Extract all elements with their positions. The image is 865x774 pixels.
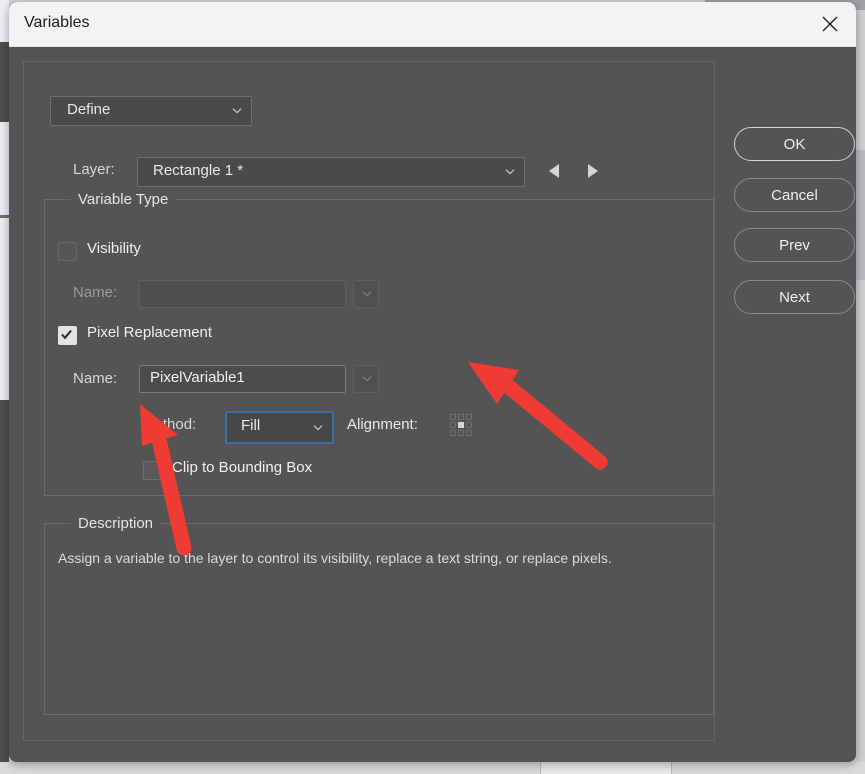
- layer-select[interactable]: Rectangle 1 *: [137, 157, 525, 187]
- alignment-cell-bottom-center[interactable]: [458, 430, 464, 436]
- chevron-down-icon: [362, 291, 372, 297]
- alignment-cell-top-left[interactable]: [450, 414, 456, 420]
- background-bottom-strip: [0, 762, 865, 774]
- layer-label: Layer:: [73, 161, 115, 178]
- background-left-panel-b: [0, 215, 9, 218]
- dialog-title: Variables: [24, 14, 90, 31]
- method-label: Method:: [142, 416, 197, 433]
- background-left-panel-a: [0, 42, 9, 122]
- triangle-right-icon[interactable]: [582, 161, 602, 181]
- ok-button[interactable]: OK: [734, 127, 855, 161]
- pixel-name-value: PixelVariable1: [150, 369, 245, 386]
- alignment-grid[interactable]: [449, 413, 473, 437]
- variable-type-group-title: Variable Type: [71, 191, 176, 208]
- pixel-name-dropdown-button[interactable]: [353, 365, 379, 393]
- mode-select[interactable]: Define: [50, 96, 252, 126]
- triangle-left-icon[interactable]: [545, 161, 565, 181]
- description-group-title: Description: [71, 515, 161, 532]
- alignment-cell-middle-right[interactable]: [466, 422, 472, 428]
- mode-select-value: Define: [67, 101, 111, 118]
- visibility-name-label: Name:: [73, 284, 118, 301]
- alignment-cell-bottom-left[interactable]: [450, 430, 456, 436]
- alignment-label: Alignment:: [347, 416, 418, 433]
- pixel-replacement-label: Pixel Replacement: [87, 324, 213, 341]
- clip-to-bounding-box-label: Clip to Bounding Box: [172, 459, 313, 476]
- dialog-titlebar: Variables: [9, 2, 856, 47]
- alignment-cell-middle-left[interactable]: [450, 422, 456, 428]
- method-select-value: Fill: [241, 417, 261, 434]
- description-group: Description Assign a variable to the lay…: [44, 515, 714, 715]
- variable-type-group: Variable Type Visibility Name: Pixel Rep…: [44, 191, 714, 496]
- alignment-cell-top-right[interactable]: [466, 414, 472, 420]
- prev-button[interactable]: Prev: [734, 228, 855, 262]
- method-select[interactable]: Fill: [225, 411, 334, 444]
- chevron-down-icon: [313, 424, 323, 431]
- pixel-name-label: Name:: [73, 370, 118, 387]
- close-icon[interactable]: [816, 10, 844, 38]
- background-taskbar-button: [540, 762, 672, 774]
- clip-to-bounding-box-checkbox[interactable]: [143, 461, 162, 480]
- pixel-replacement-checkbox[interactable]: [58, 326, 77, 345]
- screen: Variables Define Layer: Rectangle 1 * Va…: [0, 0, 865, 774]
- chevron-down-icon: [362, 376, 372, 382]
- pixel-name-input[interactable]: PixelVariable1: [139, 365, 346, 393]
- background-right-edge: [855, 10, 865, 762]
- background-right-panel: [855, 150, 865, 280]
- visibility-checkbox[interactable]: [58, 242, 77, 261]
- dialog-body: Define Layer: Rectangle 1 * Variable Typ…: [9, 47, 856, 762]
- background-left-panel-c: [0, 400, 9, 770]
- chevron-down-icon: [505, 169, 515, 175]
- alignment-cell-top-center[interactable]: [458, 414, 464, 420]
- next-button[interactable]: Next: [734, 280, 855, 314]
- layer-select-value: Rectangle 1 *: [153, 162, 244, 179]
- alignment-cell-bottom-right[interactable]: [466, 430, 472, 436]
- alignment-cell-center[interactable]: [458, 422, 464, 428]
- visibility-name-input[interactable]: [139, 280, 346, 308]
- description-text: Assign a variable to the layer to contro…: [58, 550, 612, 566]
- visibility-name-dropdown-button[interactable]: [353, 280, 379, 308]
- chevron-down-icon: [232, 108, 242, 114]
- cancel-button[interactable]: Cancel: [734, 178, 855, 212]
- variables-dialog: Variables Define Layer: Rectangle 1 * Va…: [9, 2, 856, 762]
- visibility-label: Visibility: [87, 240, 141, 257]
